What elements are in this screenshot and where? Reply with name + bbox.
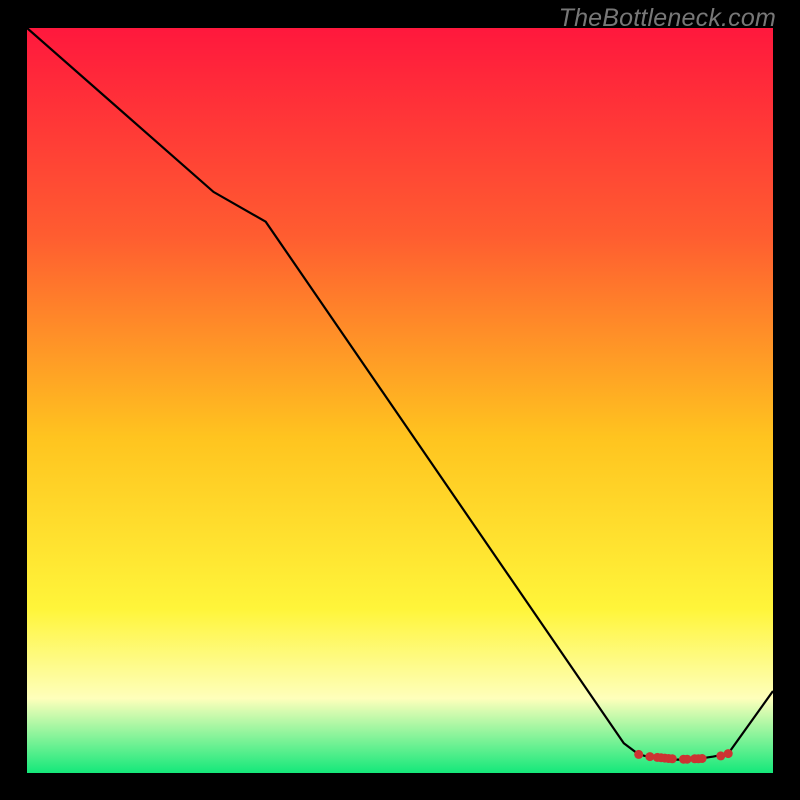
plot-area [27,28,773,773]
chart-svg [27,28,773,773]
data-marker [668,754,677,763]
data-marker [634,750,643,759]
data-marker [724,749,733,758]
data-marker [698,754,707,763]
chart-frame: TheBottleneck.com [0,0,800,800]
gradient-bg [27,28,773,773]
